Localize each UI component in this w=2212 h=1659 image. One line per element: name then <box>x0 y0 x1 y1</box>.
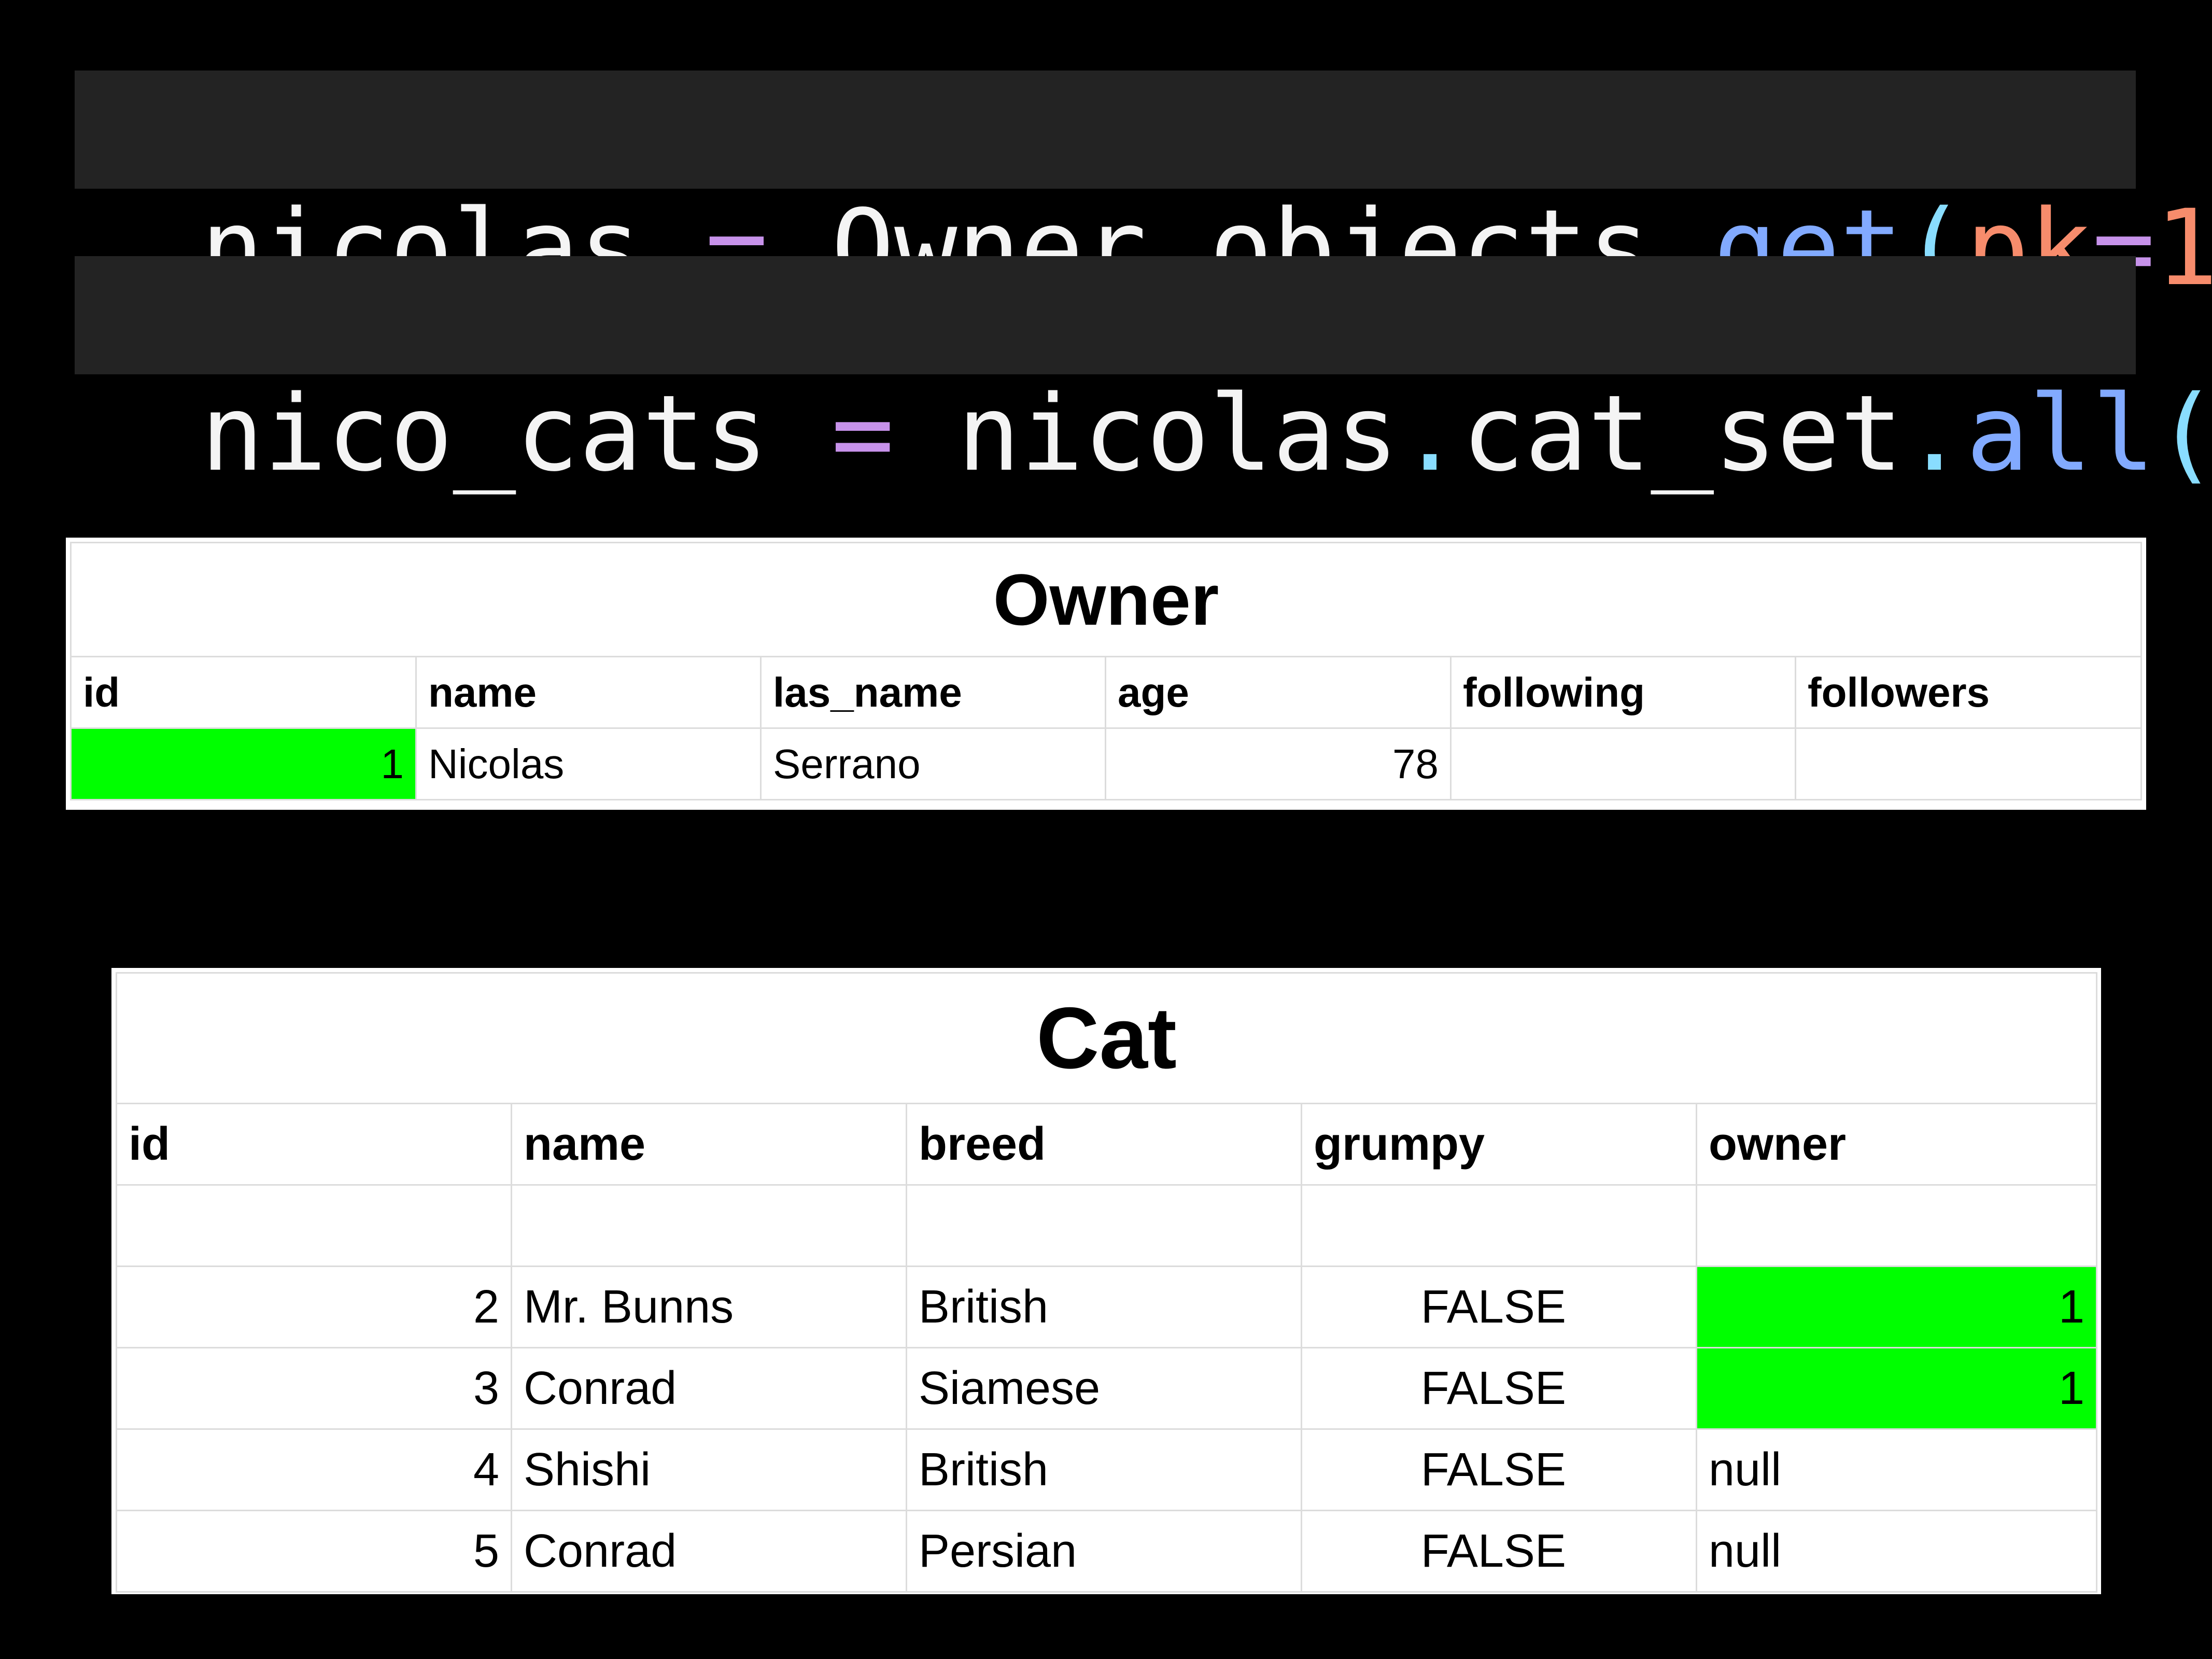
cat-cell-grumpy: FALSE <box>1301 1266 1697 1348</box>
code-token: all <box>1966 372 2155 495</box>
owner-cell-name: Nicolas <box>415 727 762 800</box>
cat-cell-id: 2 <box>116 1266 512 1348</box>
cat-cell-id: 4 <box>116 1428 512 1511</box>
cat-header-name: name <box>511 1103 907 1186</box>
cat-cell-id: 5 <box>116 1510 512 1593</box>
cat-cell-grumpy: FALSE <box>1301 1347 1697 1430</box>
owner-header-id: id <box>70 656 417 729</box>
cat-cell-id: 3 <box>116 1347 512 1430</box>
code-token: nico_cats <box>201 372 832 495</box>
code-token: nicolas <box>894 372 1399 495</box>
owner-header-name: name <box>415 656 762 729</box>
code-token: 1 <box>2155 187 2212 309</box>
empty-cell <box>906 1184 1302 1267</box>
cat-header-id: id <box>116 1103 512 1186</box>
cat-cell-name: Shishi <box>511 1428 907 1511</box>
owner-cell-las-name: Serrano <box>760 727 1106 800</box>
empty-cell <box>511 1184 907 1267</box>
owner-header-las-name: las_name <box>760 656 1106 729</box>
code-token: . <box>1903 372 1966 495</box>
cat-cell-grumpy: FALSE <box>1301 1510 1697 1593</box>
table-row-empty <box>116 1184 2098 1267</box>
empty-cell <box>1301 1184 1697 1267</box>
code-token: cat_set <box>1461 372 1903 495</box>
owner-cell-following <box>1450 727 1796 800</box>
cat-cell-name: Conrad <box>511 1510 907 1593</box>
owner-grid: Owner id name las_name age following fol… <box>69 542 2143 800</box>
code-line-get-owner: nicolas = Owner.objects.get(pk=1) <box>75 71 2212 307</box>
owner-header-followers: followers <box>1794 656 2143 729</box>
code-token: . <box>1398 372 1462 495</box>
cat-cell-owner: null <box>1695 1510 2098 1593</box>
owner-table-title: Owner <box>69 542 2143 657</box>
empty-cell <box>116 1184 512 1267</box>
cat-cell-owner-highlighted: 1 <box>1695 1266 2098 1348</box>
owner-header-following: following <box>1450 656 1796 729</box>
owner-cell-age: 78 <box>1105 727 1452 800</box>
table-row: 2 Mr. Bunns British FALSE 1 <box>116 1266 2098 1348</box>
owner-table: Owner id name las_name age following fol… <box>66 538 2146 810</box>
cat-table-title: Cat <box>115 972 2098 1104</box>
cat-cell-breed: British <box>906 1266 1302 1348</box>
code-token: = <box>831 372 895 495</box>
cat-cell-grumpy: FALSE <box>1301 1428 1697 1511</box>
table-row: 3 Conrad Siamese FALSE 1 <box>116 1347 2098 1430</box>
cat-table: Cat id name breed grumpy owner 2 Mr. Bun… <box>111 968 2101 1594</box>
cat-header-owner: owner <box>1695 1103 2098 1186</box>
code-token: () <box>2155 372 2212 495</box>
empty-cell <box>1695 1184 2098 1267</box>
cat-grid: Cat id name breed grumpy owner 2 Mr. Bun… <box>115 972 2098 1593</box>
owner-header-age: age <box>1105 656 1452 729</box>
code-line-cat-set: nico_cats = nicolas.cat_set.all() <box>75 256 2212 493</box>
table-row: 5 Conrad Persian FALSE null <box>116 1510 2098 1593</box>
cat-cell-owner: null <box>1695 1428 2098 1511</box>
cat-cell-name: Mr. Bunns <box>511 1266 907 1348</box>
owner-cell-followers <box>1794 727 2143 800</box>
cat-header-breed: breed <box>906 1103 1302 1186</box>
cat-cell-breed: Siamese <box>906 1347 1302 1430</box>
cat-cell-name: Conrad <box>511 1347 907 1430</box>
cat-header-grumpy: grumpy <box>1301 1103 1697 1186</box>
table-row: 4 Shishi British FALSE null <box>116 1428 2098 1511</box>
table-row: 1 Nicolas Serrano 78 <box>70 727 2143 800</box>
cat-cell-owner-highlighted: 1 <box>1695 1347 2098 1430</box>
owner-cell-id-highlighted: 1 <box>70 727 417 800</box>
cat-cell-breed: Persian <box>906 1510 1302 1593</box>
cat-cell-breed: British <box>906 1428 1302 1511</box>
